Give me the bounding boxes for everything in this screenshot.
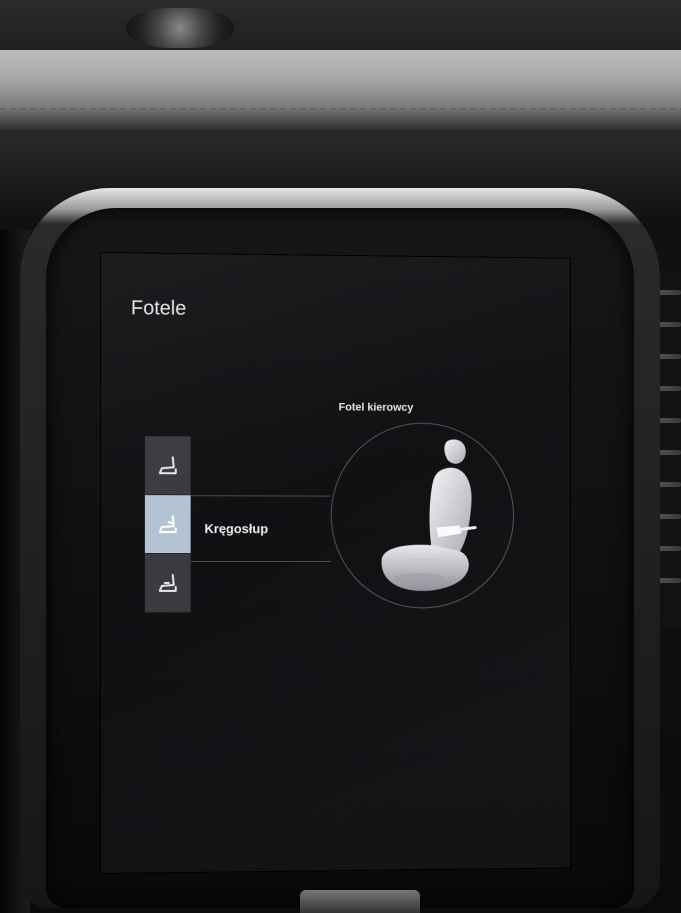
infotainment-screen: Fotele Fotel kierowcy Kręgosłup [100,252,571,874]
seat-lumbar-icon [156,514,180,534]
seat-caption: Fotel kierowcy [338,401,414,414]
seat-cushion-icon [156,455,180,475]
seat-function-buttons [144,436,191,613]
seat-massage-button[interactable] [144,554,191,613]
bottom-button-trim [300,890,420,913]
lumbar-label: Kręgosłup [204,521,269,537]
row-divider [190,495,331,497]
seat-massage-icon [156,573,180,593]
leather-stitching [0,108,681,110]
driver-seat-icon[interactable] [368,434,495,602]
seat-cushion-button[interactable] [144,436,191,496]
page-title: Fotele [130,297,187,320]
row-divider [190,561,331,563]
seat-lumbar-button[interactable] [144,495,191,555]
car-dashboard-photo: Fotele Fotel kierowcy Kręgosłup [0,0,681,913]
speaker-grille [126,8,234,48]
dashboard-leather-panel [0,50,681,130]
